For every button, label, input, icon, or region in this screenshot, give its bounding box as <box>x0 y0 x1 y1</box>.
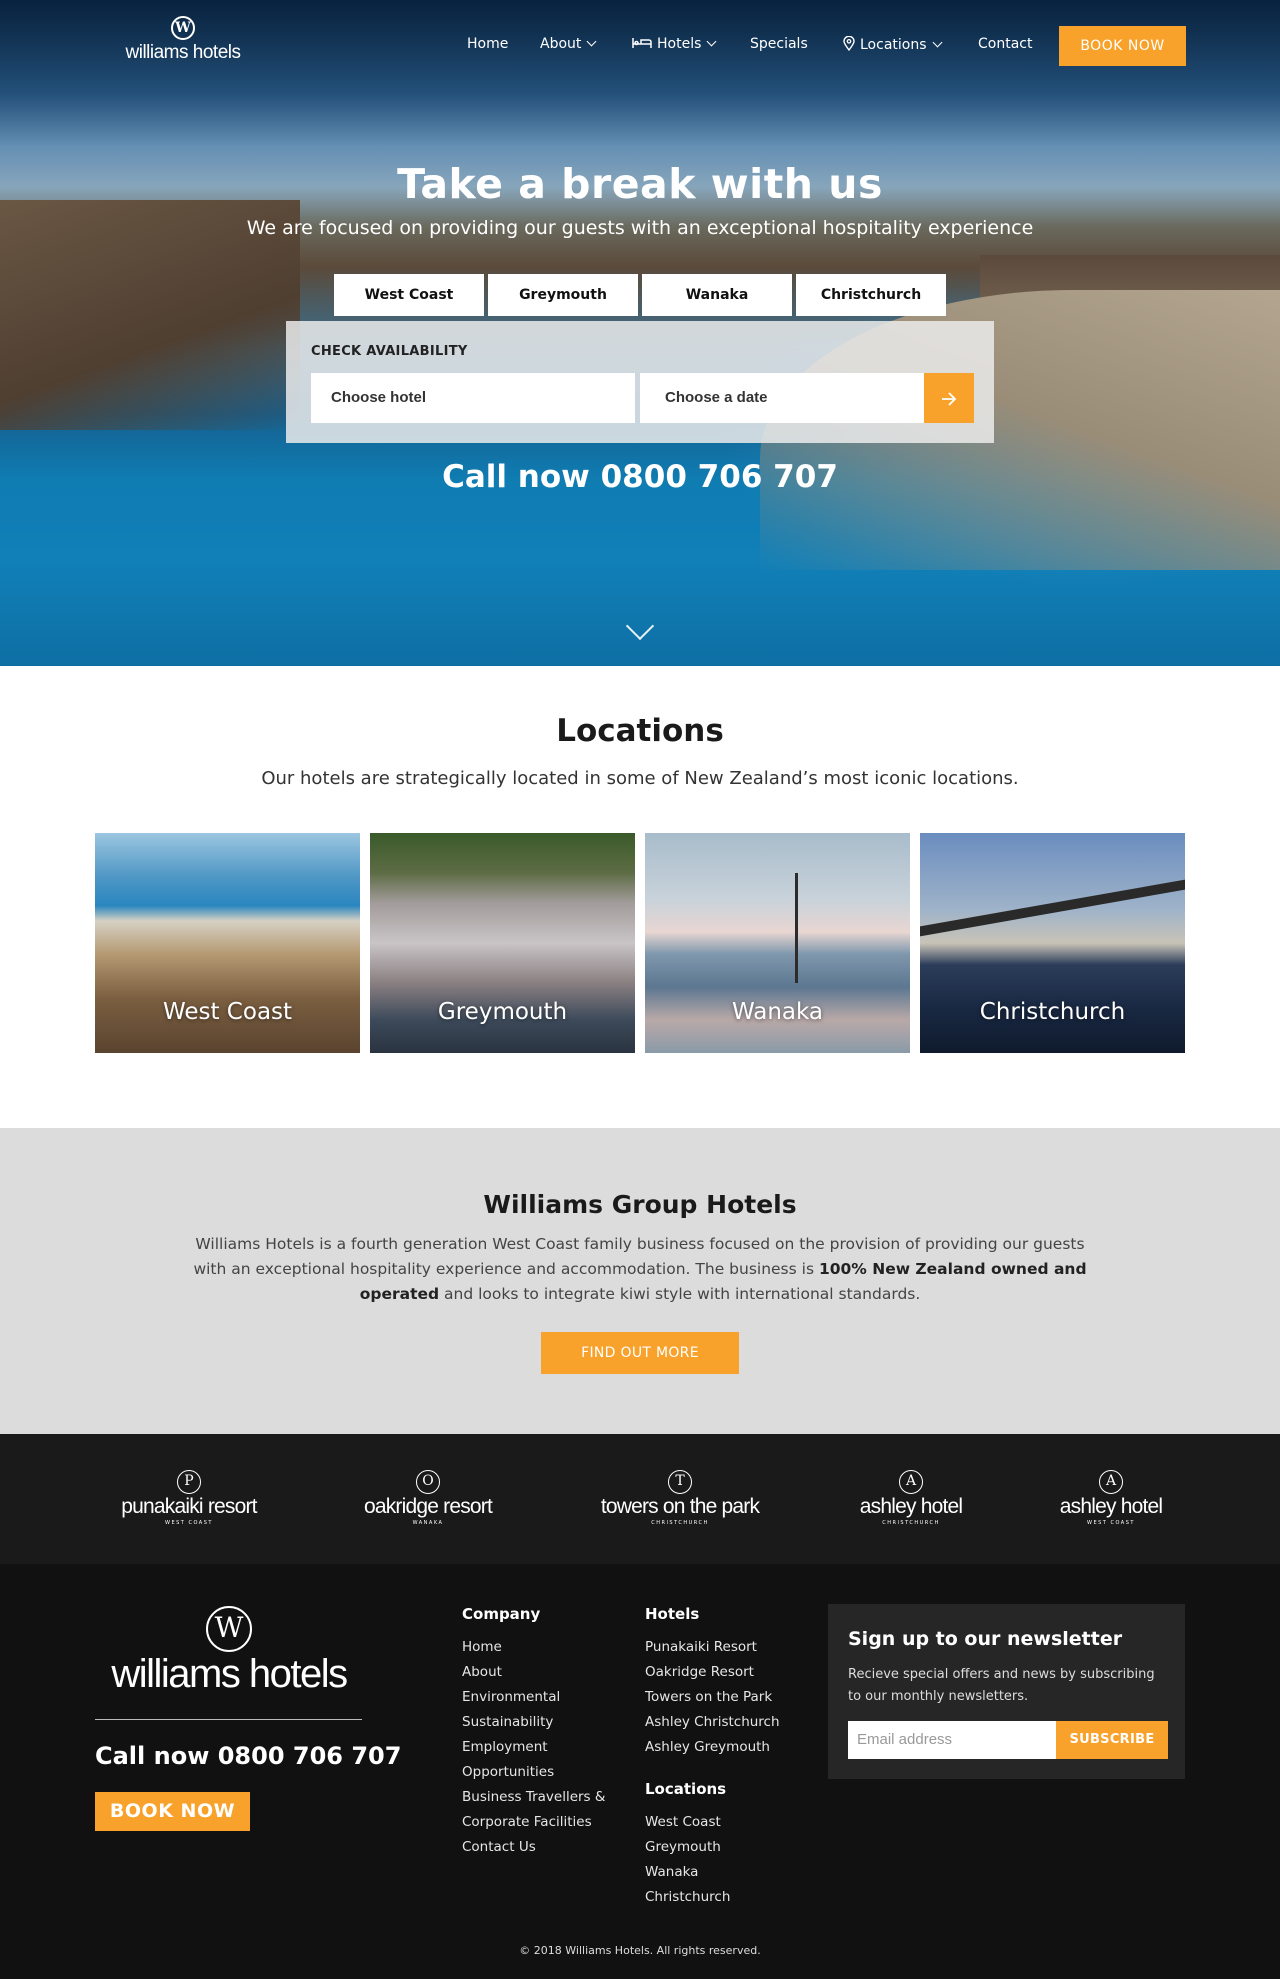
footer-link[interactable]: Contact Us <box>462 1835 605 1860</box>
footer-book-now-button[interactable]: BOOK NOW <box>95 1792 250 1831</box>
arrow-right-icon <box>942 392 957 406</box>
newsletter-email-input[interactable]: Email address <box>848 1721 1056 1759</box>
footer-hotels-links: Punakaiki Resort Oakridge Resort Towers … <box>645 1635 780 1760</box>
location-tabs: West Coast Greymouth Wanaka Christchurch <box>334 274 946 316</box>
footer-link[interactable]: About <box>462 1660 605 1685</box>
tab-greymouth[interactable]: Greymouth <box>488 274 638 316</box>
footer-divider <box>95 1719 362 1720</box>
footer-locations-links: West Coast Greymouth Wanaka Christchurch <box>645 1810 730 1910</box>
tab-west-coast[interactable]: West Coast <box>334 274 484 316</box>
newsletter-box: Sign up to our newsletter Recieve specia… <box>828 1604 1185 1779</box>
tab-wanaka[interactable]: Wanaka <box>642 274 792 316</box>
hotel-select[interactable]: Choose hotel <box>311 373 635 423</box>
availability-form: CHECK AVAILABILITY Choose hotel Choose a… <box>286 321 994 443</box>
brand-logo-ashley-christchurch[interactable]: A ashley hotel CHRISTCHURCH <box>855 1470 967 1526</box>
footer-link[interactable]: Opportunities <box>462 1760 605 1785</box>
footer-link[interactable]: Environmental <box>462 1685 605 1710</box>
map-pin-icon <box>843 35 855 52</box>
chevron-down-icon <box>706 36 717 47</box>
nav-contact[interactable]: Contact <box>978 36 1032 52</box>
footer-company-heading: Company <box>462 1605 541 1623</box>
footer-locations-heading: Locations <box>645 1780 727 1798</box>
footer-link[interactable]: Christchurch <box>645 1885 730 1910</box>
hero-subtitle: We are focused on providing our guests w… <box>246 217 1034 239</box>
footer-link[interactable]: Home <box>462 1635 605 1660</box>
footer-link[interactable]: Corporate Facilities <box>462 1810 605 1835</box>
hero-title: Take a break with us <box>397 160 883 208</box>
footer-phone[interactable]: Call now 0800 706 707 <box>95 1742 401 1770</box>
availability-submit-button[interactable] <box>924 373 974 423</box>
group-title: Williams Group Hotels <box>483 1190 797 1219</box>
footer-link[interactable]: Business Travellers & <box>462 1785 605 1810</box>
availability-label: CHECK AVAILABILITY <box>311 344 468 359</box>
footer-link[interactable]: Sustainability <box>462 1710 605 1735</box>
hero-phone[interactable]: Call now 0800 706 707 <box>0 459 1280 495</box>
footer-link[interactable]: Employment <box>462 1735 605 1760</box>
locations-title: Locations <box>556 713 724 749</box>
chevron-down-icon <box>932 37 942 48</box>
copyright: © 2018 Williams Hotels. All rights reser… <box>519 1944 761 1957</box>
nav-locations[interactable]: Locations <box>843 35 942 53</box>
footer-link[interactable]: Ashley Greymouth <box>645 1735 780 1760</box>
nav-home[interactable]: Home <box>467 36 508 52</box>
location-card-label: Christchurch <box>979 999 1126 1025</box>
footer-company-links: Home About Environmental Sustainability … <box>462 1635 605 1860</box>
nav-hotels[interactable]: Hotels <box>632 36 717 52</box>
location-card-west-coast[interactable]: West Coast <box>95 833 360 1053</box>
footer-logo-mark: W <box>206 1606 252 1652</box>
footer-logo-wordmark: williams hotels <box>111 1652 348 1696</box>
locations-section: Locations Our hotels are strategically l… <box>0 666 1280 1128</box>
group-section: Williams Group Hotels Williams Hotels is… <box>0 1128 1280 1434</box>
location-card-label: West Coast <box>162 999 293 1025</box>
bed-icon <box>632 38 652 48</box>
date-picker[interactable]: Choose a date <box>640 373 924 423</box>
brand-logo-towers[interactable]: T towers on the park CHRISTCHURCH <box>596 1470 764 1526</box>
locations-subtitle: Our hotels are strategically located in … <box>261 768 1019 789</box>
tab-christchurch[interactable]: Christchurch <box>796 274 946 316</box>
top-nav: W williams hotels Home About Hotels Spec… <box>0 0 1280 90</box>
group-description: Williams Hotels is a fourth generation W… <box>193 1235 1087 1303</box>
lake-tree <box>795 873 798 983</box>
pier-shape <box>920 879 1185 937</box>
chevron-down-icon <box>586 36 597 47</box>
nav-specials[interactable]: Specials <box>750 36 808 52</box>
location-card-label: Greymouth <box>437 999 568 1025</box>
site-footer: W williams hotels Call now 0800 706 707 … <box>0 1564 1280 1979</box>
find-out-more-button[interactable]: FIND OUT MORE <box>541 1332 739 1374</box>
location-card-wanaka[interactable]: Wanaka <box>645 833 910 1053</box>
footer-link[interactable]: Towers on the Park <box>645 1685 780 1710</box>
location-card-christchurch[interactable]: Christchurch <box>920 833 1185 1053</box>
footer-logo[interactable]: W williams hotels <box>96 1606 362 1697</box>
footer-link[interactable]: West Coast <box>645 1810 730 1835</box>
newsletter-title: Sign up to our newsletter <box>848 1628 1123 1650</box>
location-card-label: Wanaka <box>731 999 824 1025</box>
location-card-greymouth[interactable]: Greymouth <box>370 833 635 1053</box>
brand-logo-ashley-west-coast[interactable]: A ashley hotel WEST COAST <box>1055 1470 1167 1526</box>
newsletter-text: Recieve special offers and news by subsc… <box>848 1667 1155 1704</box>
footer-link[interactable]: Oakridge Resort <box>645 1660 780 1685</box>
book-now-button[interactable]: BOOK NOW <box>1059 26 1186 66</box>
brand-logo-oakridge[interactable]: O oakridge resort WANAKA <box>358 1470 498 1526</box>
footer-link[interactable]: Greymouth <box>645 1835 730 1860</box>
nav-about[interactable]: About <box>540 36 597 52</box>
footer-link[interactable]: Punakaiki Resort <box>645 1635 780 1660</box>
footer-link[interactable]: Wanaka <box>645 1860 730 1885</box>
subscribe-button[interactable]: SUBSCRIBE <box>1056 1721 1168 1759</box>
footer-hotels-heading: Hotels <box>645 1605 700 1623</box>
brand-logo-punakaiki[interactable]: P punakaiki resort WEST COAST <box>116 1470 262 1526</box>
brand-logos-strip: P punakaiki resort WEST COAST O oakridge… <box>0 1434 1280 1564</box>
hero-section: W williams hotels Home About Hotels Spec… <box>0 0 1280 666</box>
footer-link[interactable]: Ashley Christchurch <box>645 1710 780 1735</box>
